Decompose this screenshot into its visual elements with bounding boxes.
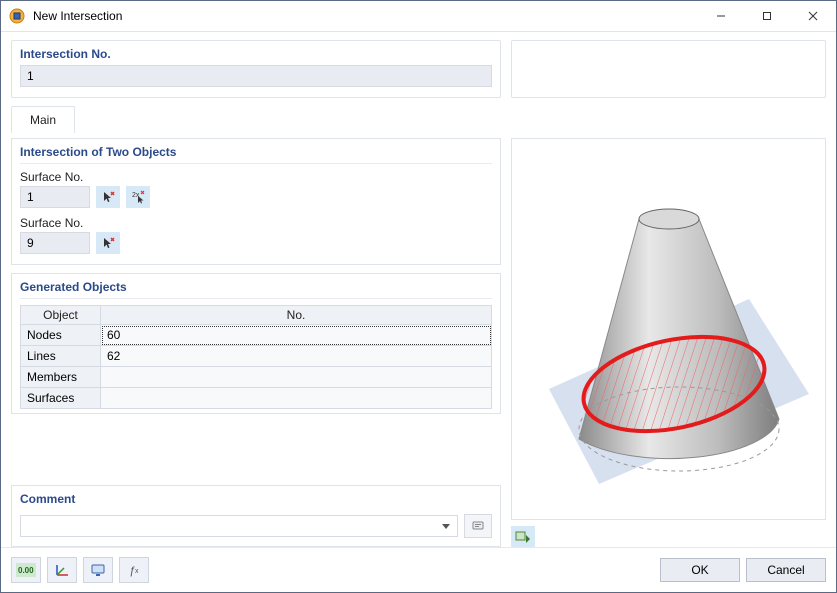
two-objects-header: Intersection of Two Objects — [20, 145, 492, 164]
app-icon — [9, 8, 25, 24]
cancel-button[interactable]: Cancel — [746, 558, 826, 582]
comment-combobox[interactable] — [20, 515, 458, 537]
tab-main-label: Main — [30, 113, 56, 127]
table-row: Nodes 60 — [21, 325, 492, 346]
monitor-icon — [90, 563, 106, 577]
generated-col-no: No. — [101, 306, 492, 325]
pick-multiple-surface1-button[interactable]: 2x — [126, 186, 150, 208]
dialog-body: Intersection No. Main Intersection of Tw… — [1, 32, 836, 547]
generated-objects-card: Generated Objects Object No. Nodes — [11, 273, 501, 414]
surface2-input[interactable] — [20, 232, 90, 254]
main-left-column: Intersection of Two Objects Surface No. — [11, 138, 501, 547]
svg-text:x: x — [135, 568, 139, 575]
script-button[interactable]: ƒ x — [119, 557, 149, 583]
display-options-icon — [515, 530, 531, 544]
maximize-button[interactable] — [744, 1, 790, 31]
footer-left-tools: 0.00 — [11, 557, 149, 583]
intersection-no-input[interactable] — [20, 65, 492, 87]
function-icon: ƒ x — [126, 563, 142, 577]
intersection-no-label: Intersection No. — [20, 47, 492, 61]
coordinate-system-button[interactable] — [47, 557, 77, 583]
close-button[interactable] — [790, 1, 836, 31]
surface2-label: Surface No. — [20, 216, 492, 230]
generated-objects-table: Object No. Nodes 60 Lines 62 — [20, 305, 492, 409]
window-controls — [698, 1, 836, 31]
comment-icon — [471, 519, 485, 533]
generated-row-value[interactable] — [101, 367, 492, 388]
cursor-pick-multiple-icon: 2x — [131, 190, 145, 204]
preview-panel — [511, 138, 826, 520]
main-row: Intersection of Two Objects Surface No. — [11, 138, 826, 547]
dialog-new-intersection: New Intersection Intersection No. — [0, 0, 837, 593]
left-spacer — [11, 422, 501, 477]
surface1-input[interactable] — [20, 186, 90, 208]
dialog-footer: 0.00 — [1, 547, 836, 592]
generated-row-label: Nodes — [21, 325, 101, 346]
generated-row-label: Lines — [21, 346, 101, 367]
cursor-pick-icon — [101, 190, 115, 204]
units-button[interactable]: 0.00 — [11, 557, 41, 583]
pick-surface2-button[interactable] — [96, 232, 120, 254]
window-title: New Intersection — [33, 9, 698, 23]
generated-row-label: Members — [21, 367, 101, 388]
generated-row-value[interactable]: 60 — [101, 325, 492, 346]
two-objects-card: Intersection of Two Objects Surface No. — [11, 138, 501, 265]
preview-tools — [511, 526, 826, 548]
table-row: Members — [21, 367, 492, 388]
generated-row-label: Surfaces — [21, 388, 101, 409]
intersection-preview-graphic — [519, 139, 819, 519]
top-right-blank-panel — [511, 40, 826, 98]
cursor-pick-icon — [101, 236, 115, 250]
chevron-down-icon — [441, 521, 451, 531]
comment-library-button[interactable] — [464, 514, 492, 538]
comment-header: Comment — [20, 492, 492, 510]
preview-options-button[interactable] — [511, 526, 535, 548]
main-right-column — [511, 138, 826, 547]
generated-row-value[interactable] — [101, 388, 492, 409]
units-icon: 0.00 — [16, 563, 36, 577]
minimize-button[interactable] — [698, 1, 744, 31]
comment-card: Comment — [11, 485, 501, 547]
top-row: Intersection No. — [11, 40, 826, 98]
generated-col-object: Object — [21, 306, 101, 325]
titlebar: New Intersection — [1, 1, 836, 32]
generated-row-value[interactable]: 62 — [101, 346, 492, 367]
pick-surface1-button[interactable] — [96, 186, 120, 208]
axes-icon — [54, 563, 70, 577]
table-row: Lines 62 — [21, 346, 492, 367]
surface1-label: Surface No. — [20, 170, 492, 184]
table-row: Surfaces — [21, 388, 492, 409]
generated-objects-header: Generated Objects — [20, 280, 492, 299]
display-button[interactable] — [83, 557, 113, 583]
ok-button[interactable]: OK — [660, 558, 740, 582]
intersection-no-panel: Intersection No. — [11, 40, 501, 98]
svg-text:0.00: 0.00 — [18, 566, 34, 575]
tab-main[interactable]: Main — [11, 106, 75, 133]
tabs: Main — [11, 106, 826, 133]
